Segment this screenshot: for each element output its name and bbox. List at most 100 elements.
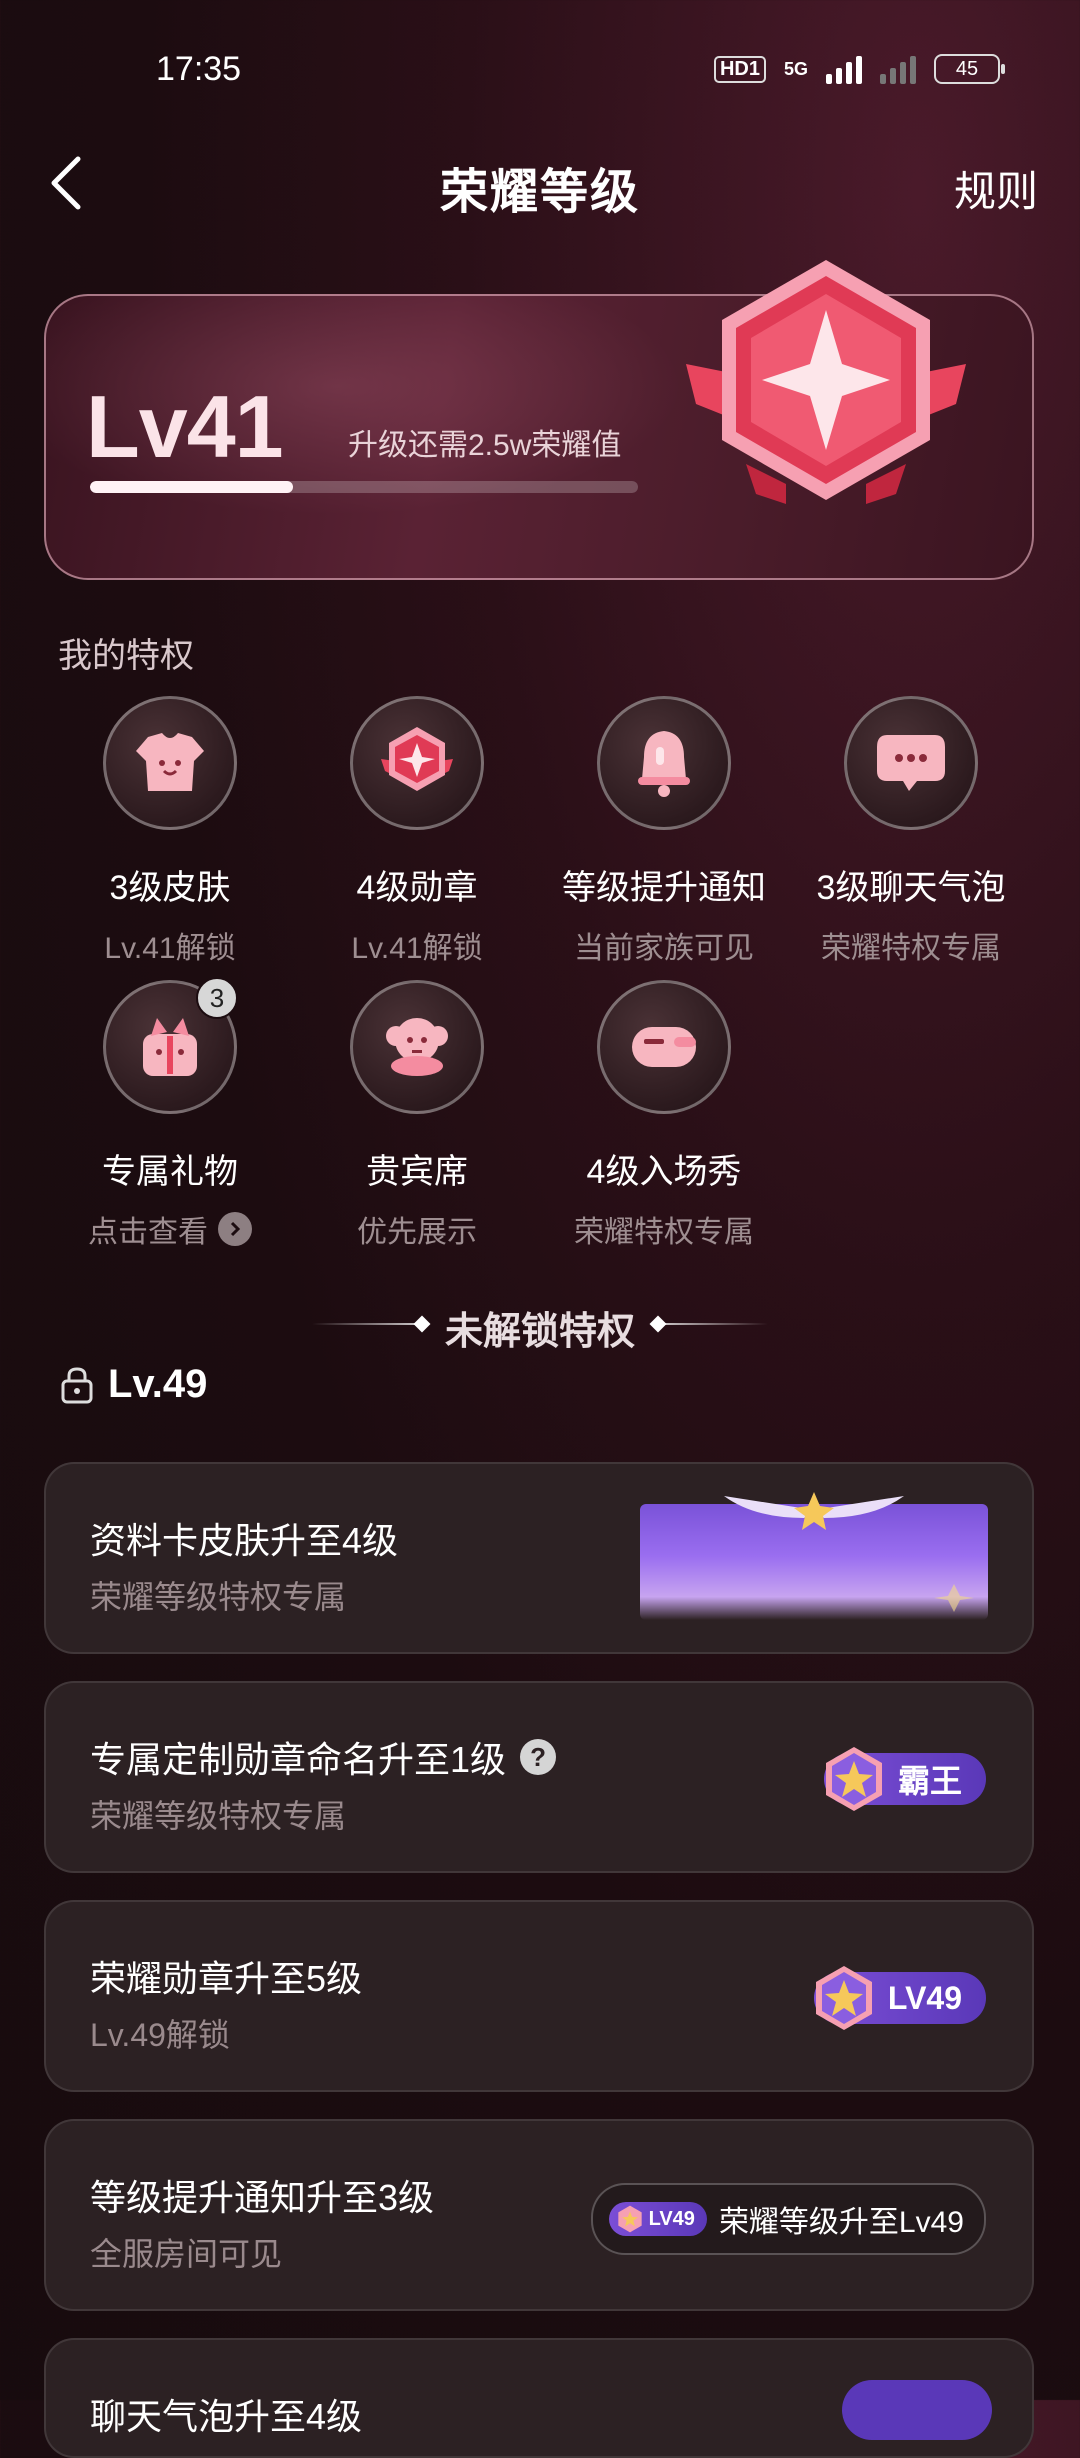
bell-icon xyxy=(638,731,690,797)
privilege-sub: Lv.41解锁 xyxy=(47,923,293,967)
card-title-text: 等级提升通知升至3级 xyxy=(90,2177,435,2218)
page-title: 荣耀等级 xyxy=(439,166,640,219)
medal-name-tag: 霸王 xyxy=(823,1747,986,1811)
medal-icon xyxy=(381,727,453,791)
sparkle-icon xyxy=(934,1584,974,1612)
privilege-name: 4级入场秀 xyxy=(586,1153,742,1191)
privilege-icon-wrap xyxy=(597,696,731,830)
privilege-sub: 点击查看 xyxy=(47,1207,293,1251)
privilege-icon-wrap xyxy=(597,980,731,1114)
privilege-sub: 当前家族可见 xyxy=(541,923,787,967)
privilege-icon-wrap xyxy=(350,980,484,1114)
battery-icon: 45 xyxy=(934,54,1005,84)
level-emblem-icon xyxy=(686,260,966,504)
privilege-item-notice[interactable]: 等级提升通知 当前家族可见 xyxy=(541,696,787,967)
privilege-icon-wrap xyxy=(103,696,237,830)
vip-seat-icon xyxy=(386,1018,448,1076)
privilege-sub: Lv.41解锁 xyxy=(294,923,540,967)
help-icon[interactable]: ? xyxy=(520,1739,557,1775)
card-title: 资料卡皮肤升至4级 xyxy=(90,1512,398,1564)
privilege-item-chat-bubble[interactable]: 3级聊天气泡 荣耀特权专属 xyxy=(788,696,1034,967)
my-privileges-title: 我的特权 xyxy=(58,637,194,675)
privilege-sub-text: Lv.41解锁 xyxy=(104,932,236,965)
gift-badge-count: 3 xyxy=(196,977,238,1019)
card-sub: 全服房间可见 xyxy=(90,2236,283,2272)
card-sub: 荣耀等级特权专属 xyxy=(90,1579,347,1615)
entrance-icon xyxy=(632,1027,696,1067)
privilege-sub-text: 荣耀特权专属 xyxy=(574,1216,754,1249)
star-badge-icon xyxy=(617,2205,642,2233)
privilege-sub-text: 荣耀特权专属 xyxy=(821,932,1001,965)
locked-card-level-notice[interactable]: 等级提升通知升至3级 全服房间可见 LV49 荣耀等级升至Lv49 xyxy=(44,2119,1034,2311)
privilege-sub: 荣耀特权专属 xyxy=(788,923,1034,967)
privilege-name: 专属礼物 xyxy=(102,1153,238,1191)
shirt-icon xyxy=(136,733,204,791)
level-progress-bar xyxy=(90,481,638,493)
level-value: Lv41 xyxy=(86,377,284,476)
privilege-name: 等级提升通知 xyxy=(562,869,766,907)
locked-level-label: Lv.49 xyxy=(108,1362,208,1406)
rules-link[interactable]: 规则 xyxy=(954,158,1038,219)
privilege-item-entrance[interactable]: 4级入场秀 荣耀特权专属 xyxy=(541,980,787,1251)
privilege-sub: 荣耀特权专属 xyxy=(541,1207,787,1251)
locked-card-honor-medal[interactable]: 荣耀勋章升至5级 Lv.49解锁 LV49 xyxy=(44,1900,1034,2092)
locked-privileges-title: 未解锁特权 xyxy=(444,1311,635,1353)
level-progress-fill xyxy=(90,481,293,493)
privilege-item-gift[interactable]: 3 专属礼物 点击查看 xyxy=(47,977,293,1251)
chat-bubble-preview xyxy=(842,2380,992,2440)
divider-right xyxy=(658,1323,768,1325)
level-tag-text: LV49 xyxy=(887,1979,962,2016)
privilege-name: 4级勋章 xyxy=(356,869,478,907)
privilege-icon-wrap xyxy=(350,696,484,830)
level-tag: LV49 xyxy=(813,1966,986,2030)
card-sub: Lv.49解锁 xyxy=(90,2017,230,2053)
locked-card-custom-medal[interactable]: 专属定制勋章命名升至1级 ? 荣耀等级特权专属 霸王 xyxy=(44,1681,1034,1873)
privilege-name: 贵宾席 xyxy=(366,1153,468,1191)
mini-level-tag-text: LV49 xyxy=(648,2207,695,2230)
star-badge-icon xyxy=(825,1747,882,1811)
hd-icon: HD1 xyxy=(713,55,766,83)
card-title: 专属定制勋章命名升至1级 ? xyxy=(90,1731,557,1783)
privilege-sub-text: 当前家族可见 xyxy=(574,932,754,965)
privilege-name: 3级聊天气泡 xyxy=(816,869,1006,907)
medal-name-tag-text: 霸王 xyxy=(897,1763,962,1799)
privilege-item-vip-seat[interactable]: 贵宾席 优先展示 xyxy=(294,980,540,1251)
privilege-sub-text: Lv.41解锁 xyxy=(351,932,483,965)
privilege-icon-wrap: 3 xyxy=(103,977,238,1114)
wings-crown-icon xyxy=(724,1492,904,1530)
chevron-right-icon xyxy=(218,1212,252,1246)
privilege-sub-text: 优先展示 xyxy=(357,1216,477,1249)
locked-level-row: Lv.49 xyxy=(60,1362,207,1407)
notice-preview: LV49 荣耀等级升至Lv49 xyxy=(590,2183,986,2255)
card-title: 聊天气泡升至4级 xyxy=(90,2388,362,2440)
battery-level: 45 xyxy=(955,57,979,80)
card-title-text: 荣耀勋章升至5级 xyxy=(90,1958,363,1999)
level-need-text: 升级还需2.5w荣耀值 xyxy=(348,429,622,462)
privilege-name: 3级皮肤 xyxy=(109,869,231,907)
locked-card-profile-skin[interactable]: 资料卡皮肤升至4级 荣耀等级特权专属 xyxy=(44,1462,1034,1654)
card-title-text: 专属定制勋章命名升至1级 xyxy=(90,1739,507,1780)
gift-icon xyxy=(143,1018,197,1076)
signal-2-icon xyxy=(880,54,916,84)
signal-icon xyxy=(826,54,862,84)
mini-level-tag: LV49 xyxy=(608,2202,707,2236)
chat-bubble-icon xyxy=(877,735,945,791)
privilege-sub: 优先展示 xyxy=(294,1207,540,1251)
network-label: 5G xyxy=(783,58,808,79)
privilege-item-skin[interactable]: 3级皮肤 Lv.41解锁 xyxy=(47,696,293,967)
star-badge-icon xyxy=(815,1966,872,2030)
notice-preview-text: 荣耀等级升至Lv49 xyxy=(718,2206,964,2239)
status-icons: HD1 5G 45 xyxy=(713,54,1005,84)
privilege-sub-text: 点击查看 xyxy=(88,1216,208,1249)
status-time: 17:35 xyxy=(156,50,242,88)
card-title: 等级提升通知升至3级 xyxy=(90,2169,434,2221)
lock-icon xyxy=(61,1366,93,1403)
card-sub: 荣耀等级特权专属 xyxy=(90,1798,347,1834)
card-title-text: 资料卡皮肤升至4级 xyxy=(90,1520,399,1561)
card-title-text: 聊天气泡升至4级 xyxy=(90,2396,363,2437)
profile-skin-preview xyxy=(640,1492,988,1620)
card-title: 荣耀勋章升至5级 xyxy=(90,1950,362,2002)
locked-card-chat-bubble[interactable]: 聊天气泡升至4级 xyxy=(44,2338,1034,2458)
privilege-item-medal[interactable]: 4级勋章 Lv.41解锁 xyxy=(294,696,540,967)
privilege-icon-wrap xyxy=(844,696,978,830)
